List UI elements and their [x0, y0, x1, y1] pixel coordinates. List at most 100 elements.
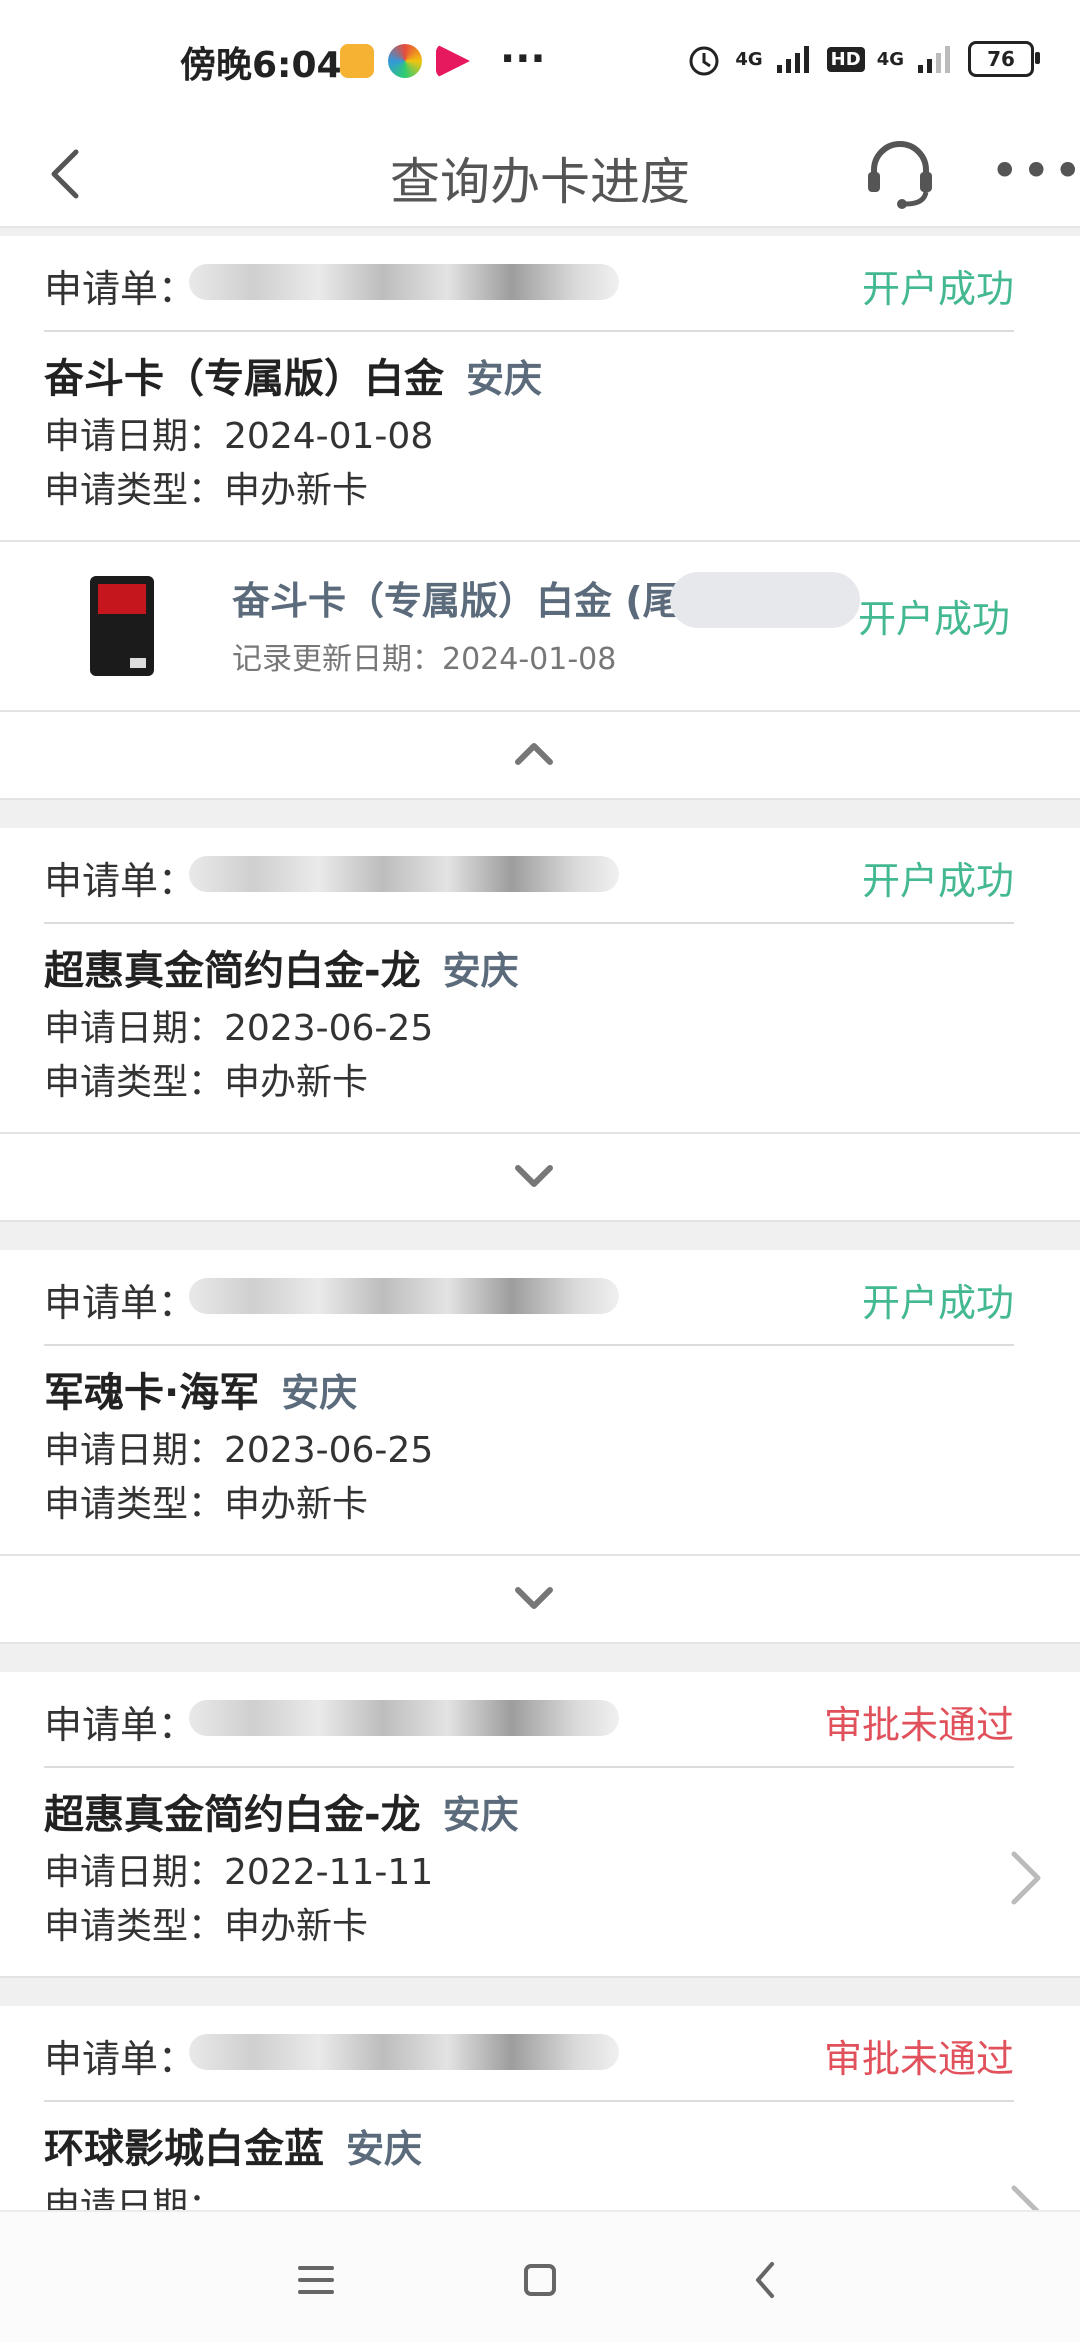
back-icon[interactable] — [736, 2250, 796, 2310]
type-value: 申办新卡 — [224, 1906, 369, 1947]
card-name: 奋斗卡（专属版）白金 — [44, 356, 444, 402]
detail-card-name: 奋斗卡（专属版）白金 (尾 — [232, 579, 681, 623]
application-number-label: 申请单： — [44, 267, 197, 311]
application-type: 申请类型：申办新卡 — [44, 1056, 1036, 1110]
expand-toggle[interactable] — [0, 1132, 1080, 1222]
date-label: 申请日期： — [44, 1852, 225, 1893]
card-title-row: 超惠真金简约白金-龙 安庆 — [44, 940, 1036, 1002]
application-date: 申请日期：2023-06-25 — [44, 1002, 1036, 1056]
chevron-right-icon — [1011, 1851, 1041, 1905]
notification-icons — [340, 44, 470, 78]
card-city: 安庆 — [281, 1371, 358, 1415]
status-time: 傍晚6:04 — [180, 45, 342, 86]
card-name: 军魂卡·海军 — [44, 1370, 260, 1416]
application-list: 申请单： 开户成功 奋斗卡（专属版）白金 安庆 申请日期：2024-01-08 申… — [0, 228, 1080, 2210]
system-status: 4G HD 4G 76 — [685, 40, 1040, 78]
application-type: 申请类型：申办新卡 — [44, 1478, 1036, 1532]
application-date: 申请日期： — [44, 2180, 1036, 2210]
application-type: 申请类型：申办新卡 — [44, 464, 1036, 518]
application-number-label: 申请单： — [44, 859, 197, 903]
signal-icon-2 — [918, 46, 950, 73]
masked-application-number — [189, 1700, 619, 1736]
date-label: 申请日期： — [44, 1008, 225, 1049]
alarm-icon — [689, 46, 719, 76]
application-card[interactable]: 申请单： 开户成功 奋斗卡（专属版）白金 安庆 申请日期：2024-01-08 申… — [0, 236, 1080, 540]
masked-application-number — [189, 856, 619, 892]
card-city: 安庆 — [442, 1793, 519, 1837]
application-number-label: 申请单： — [44, 1281, 197, 1325]
date-label: 申请日期： — [44, 416, 225, 457]
expand-toggle[interactable] — [0, 1554, 1080, 1644]
detail-updated-date: 记录更新日期：2024-01-08 — [232, 642, 617, 677]
date-value: 2022-11-11 — [224, 1852, 434, 1893]
application-header: 申请单： 开户成功 — [44, 1250, 1014, 1346]
browser-app-icon — [388, 44, 422, 78]
network-type-2: 4G — [876, 48, 904, 70]
application-status: 审批未通过 — [823, 2037, 1014, 2081]
menu-icon[interactable] — [286, 2250, 346, 2310]
date-value: 2023-06-25 — [224, 1008, 434, 1049]
hd-badge: HD — [826, 46, 865, 72]
type-label: 申请类型： — [44, 1906, 225, 1947]
battery-level: 76 — [987, 47, 1015, 71]
type-label: 申请类型： — [44, 470, 225, 511]
application-card[interactable]: 申请单： 审批未通过 环球影城白金蓝 安庆 申请日期： — [0, 2006, 1080, 2210]
card-title-row: 奋斗卡（专属版）白金 安庆 — [44, 348, 1036, 410]
application-card[interactable]: 申请单： 开户成功 军魂卡·海军 安庆 申请日期：2023-06-25 申请类型：… — [0, 1250, 1080, 1554]
application-body: 超惠真金简约白金-龙 安庆 申请日期：2022-11-11 申请类型：申办新卡 — [0, 1768, 1080, 1976]
masked-application-number — [189, 264, 619, 300]
application-date: 申请日期：2022-11-11 — [44, 1846, 1036, 1900]
type-label: 申请类型： — [44, 1062, 225, 1103]
collapse-toggle[interactable] — [0, 710, 1080, 800]
card-gap — [0, 1644, 1080, 1672]
signal-icon — [776, 46, 809, 73]
chevron-down-icon — [515, 1165, 553, 1187]
system-nav-bar — [0, 2210, 1080, 2342]
more-options-icon[interactable]: ••• — [990, 142, 1080, 200]
card-name: 超惠真金简约白金-龙 — [44, 948, 421, 994]
card-city: 安庆 — [466, 357, 543, 401]
application-header: 申请单： 开户成功 — [44, 828, 1014, 924]
masked-application-number — [189, 2034, 619, 2070]
nav-bar: 查询办卡进度 ••• — [0, 122, 1080, 228]
application-type: 申请类型：申办新卡 — [44, 1900, 1036, 1954]
application-body: 环球影城白金蓝 安庆 申请日期： — [0, 2102, 1080, 2210]
application-status: 审批未通过 — [823, 1703, 1014, 1747]
type-label: 申请类型： — [44, 1484, 225, 1525]
card-detail-row[interactable]: 奋斗卡（专属版）白金 (尾 记录更新日期：2024-01-08 开户成功 — [0, 540, 1080, 710]
application-status: 开户成功 — [861, 859, 1014, 903]
application-body: 奋斗卡（专属版）白金 安庆 申请日期：2024-01-08 申请类型：申办新卡 — [0, 332, 1080, 540]
card-city: 安庆 — [442, 949, 519, 993]
date-label: 申请日期： — [44, 2186, 225, 2210]
card-title-row: 环球影城白金蓝 安庆 — [44, 2118, 1036, 2180]
chevron-right-icon — [1011, 2185, 1040, 2210]
card-gap — [0, 1222, 1080, 1250]
application-date: 申请日期：2023-06-25 — [44, 1424, 1036, 1478]
chevron-down-icon — [515, 1587, 553, 1609]
application-status: 开户成功 — [861, 1281, 1014, 1325]
application-card[interactable]: 申请单： 开户成功 超惠真金简约白金-龙 安庆 申请日期：2023-06-25 申… — [0, 828, 1080, 1132]
card-name: 超惠真金简约白金-龙 — [44, 1792, 421, 1838]
status-bar: 傍晚6:04 ··· 4G HD 4G 76 — [0, 0, 1080, 122]
youku-app-icon — [436, 44, 470, 78]
home-icon[interactable] — [510, 2250, 570, 2310]
masked-card-tail — [670, 572, 860, 628]
card-gap — [0, 1978, 1080, 2006]
card-gap — [0, 800, 1080, 828]
more-notifications-icon: ··· — [500, 36, 546, 82]
date-label: 申请日期： — [44, 1430, 225, 1471]
application-body: 超惠真金简约白金-龙 安庆 申请日期：2023-06-25 申请类型：申办新卡 — [0, 924, 1080, 1132]
application-number-label: 申请单： — [44, 1703, 197, 1747]
type-value: 申办新卡 — [224, 1484, 369, 1525]
date-value: 2023-06-25 — [224, 1430, 434, 1471]
application-number-label: 申请单： — [44, 2037, 197, 2081]
application-card[interactable]: 申请单： 审批未通过 超惠真金简约白金-龙 安庆 申请日期：2022-11-11 … — [0, 1672, 1080, 1978]
type-value: 申办新卡 — [224, 1062, 369, 1103]
application-body: 军魂卡·海军 安庆 申请日期：2023-06-25 申请类型：申办新卡 — [0, 1346, 1080, 1554]
customer-service-icon[interactable] — [862, 136, 938, 212]
type-value: 申办新卡 — [224, 470, 369, 511]
battery-icon: 76 — [968, 41, 1040, 77]
application-status: 开户成功 — [861, 267, 1014, 311]
notes-app-icon — [340, 44, 374, 78]
date-value: 2024-01-08 — [224, 416, 434, 457]
